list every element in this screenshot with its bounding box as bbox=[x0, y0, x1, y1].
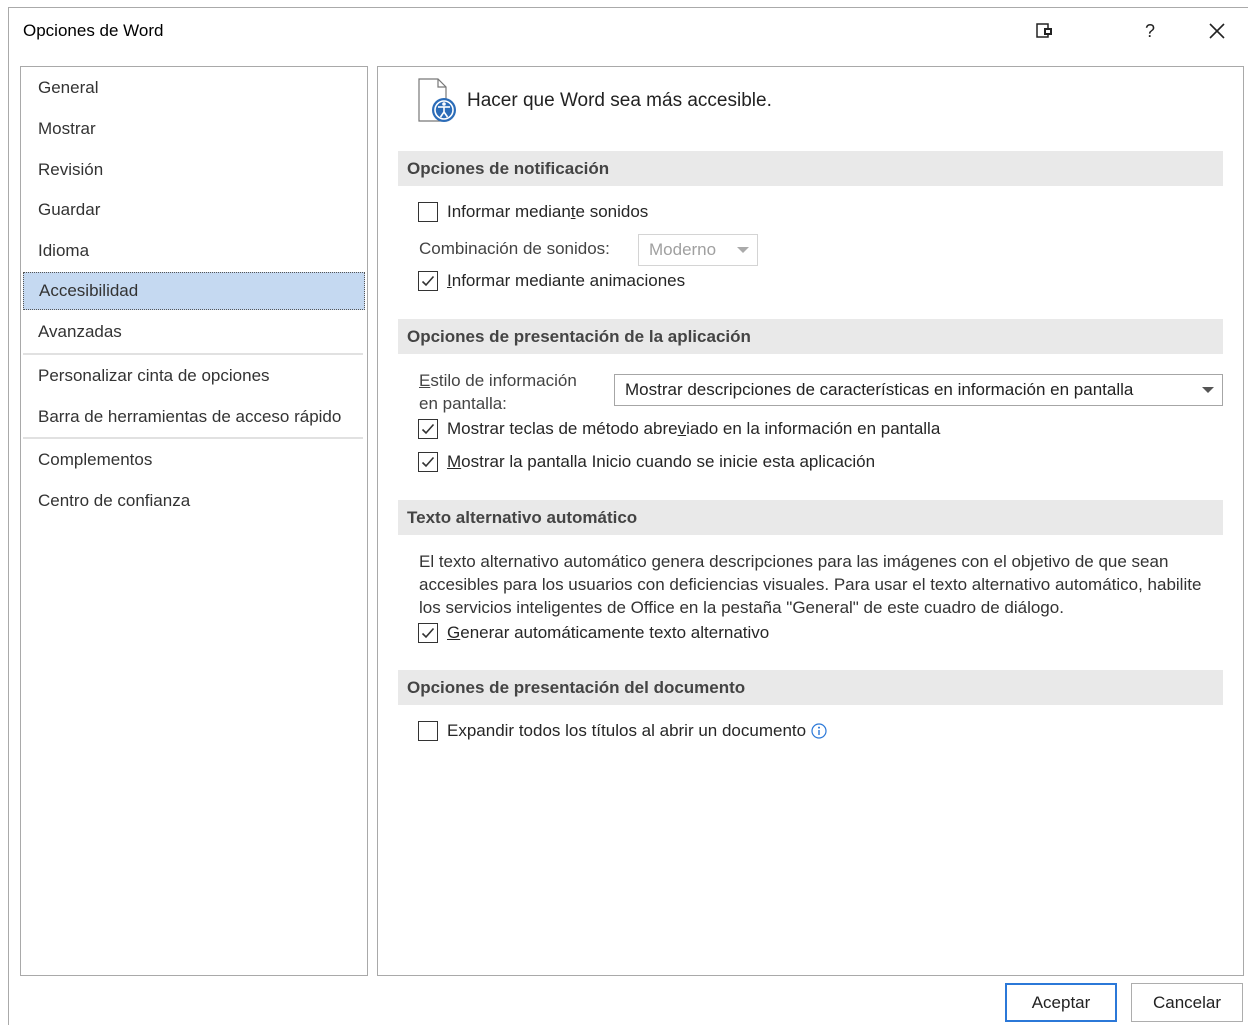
nav-item-personalizar-cinta[interactable]: Personalizar cinta de opciones bbox=[23, 357, 365, 395]
nav-item-mostrar[interactable]: Mostrar bbox=[23, 110, 365, 148]
nav-separator bbox=[23, 437, 363, 439]
animations-checkbox-row[interactable]: Informar mediante animaciones bbox=[418, 271, 685, 291]
help-button[interactable]: ? bbox=[1130, 16, 1170, 46]
sounds-checkbox-row[interactable]: Informar mediante sonidos bbox=[418, 202, 648, 222]
chevron-down-icon bbox=[737, 247, 749, 253]
nav-item-complementos[interactable]: Complementos bbox=[23, 441, 365, 479]
nav-item-guardar[interactable]: Guardar bbox=[23, 191, 365, 229]
checkmark-icon bbox=[421, 627, 435, 639]
nav-item-barra-acceso-rapido[interactable]: Barra de herramientas de acceso rápido bbox=[23, 398, 365, 436]
shortcut-keys-checkbox[interactable] bbox=[418, 419, 438, 439]
sound-scheme-select: Moderno bbox=[638, 234, 758, 266]
sounds-label: Informar mediante sonidos bbox=[447, 202, 649, 221]
nav-separator bbox=[23, 353, 363, 355]
sound-scheme-label: Combinación de sonidos: bbox=[419, 239, 610, 258]
options-nav: General Mostrar Revisión Guardar Idioma … bbox=[20, 66, 368, 976]
ok-button[interactable]: Aceptar bbox=[1005, 983, 1117, 1022]
alt-text-description: El texto alternativo automático genera d… bbox=[419, 552, 1202, 617]
generate-alt-text-checkbox-row[interactable]: Generar automáticamente texto alternativ… bbox=[418, 623, 769, 643]
cancel-button[interactable]: Cancelar bbox=[1131, 983, 1243, 1022]
tooltip-style-select[interactable]: Mostrar descripciones de características… bbox=[614, 374, 1223, 406]
shortcut-keys-checkbox-row[interactable]: Mostrar teclas de método abreviado en la… bbox=[418, 419, 940, 439]
start-screen-checkbox[interactable] bbox=[418, 452, 438, 472]
section-alt-text: Texto alternativo automático bbox=[398, 500, 1223, 535]
animations-label: Informar mediante animaciones bbox=[447, 271, 686, 290]
generate-alt-text-checkbox[interactable] bbox=[418, 623, 438, 643]
close-button[interactable] bbox=[1197, 16, 1237, 46]
accessibility-document-icon bbox=[418, 78, 456, 122]
checkmark-icon bbox=[421, 275, 435, 287]
panel-header: Hacer que Word sea más accesible. bbox=[467, 90, 772, 111]
nav-item-revision[interactable]: Revisión bbox=[23, 151, 365, 189]
restore-window-button[interactable] bbox=[1025, 16, 1065, 46]
title-bar: Opciones de Word ? bbox=[9, 8, 1248, 54]
section-notification-options: Opciones de notificación bbox=[398, 151, 1223, 186]
expand-headings-checkbox[interactable] bbox=[418, 721, 438, 741]
close-icon bbox=[1209, 23, 1225, 39]
start-screen-checkbox-row[interactable]: Mostrar la pantalla Inicio cuando se ini… bbox=[418, 452, 875, 472]
word-options-dialog: Opciones de Word ? General Mostrar Revis… bbox=[8, 7, 1248, 1025]
tooltip-style-label: Estilo de información en pantalla: bbox=[419, 371, 577, 413]
chevron-down-icon bbox=[1202, 387, 1214, 393]
info-icon[interactable] bbox=[811, 723, 827, 739]
nav-item-idioma[interactable]: Idioma bbox=[23, 232, 365, 270]
expand-headings-label: Expandir todos los títulos al abrir un d… bbox=[447, 721, 807, 740]
dialog-title: Opciones de Word bbox=[23, 21, 164, 40]
checkmark-icon bbox=[421, 456, 435, 468]
animations-checkbox[interactable] bbox=[418, 271, 438, 291]
generate-alt-text-label: Generar automáticamente texto alternativ… bbox=[447, 623, 770, 642]
help-icon: ? bbox=[1144, 20, 1155, 41]
nav-item-centro-confianza[interactable]: Centro de confianza bbox=[23, 482, 365, 520]
nav-item-avanzadas[interactable]: Avanzadas bbox=[23, 313, 365, 351]
nav-item-general[interactable]: General bbox=[23, 69, 365, 107]
start-screen-label: Mostrar la pantalla Inicio cuando se ini… bbox=[447, 452, 876, 471]
section-document-display-options: Opciones de presentación del documento bbox=[398, 670, 1223, 705]
accessibility-panel: Hacer que Word sea más accesible. Opcion… bbox=[377, 66, 1244, 976]
restore-window-icon bbox=[1036, 23, 1052, 38]
section-app-display-options: Opciones de presentación de la aplicació… bbox=[398, 319, 1223, 354]
shortcut-keys-label: Mostrar teclas de método abreviado en la… bbox=[447, 419, 941, 438]
nav-item-accesibilidad[interactable]: Accesibilidad bbox=[23, 272, 365, 310]
checkmark-icon bbox=[421, 423, 435, 435]
expand-headings-checkbox-row[interactable]: Expandir todos los títulos al abrir un d… bbox=[418, 721, 827, 741]
sounds-checkbox[interactable] bbox=[418, 202, 438, 222]
